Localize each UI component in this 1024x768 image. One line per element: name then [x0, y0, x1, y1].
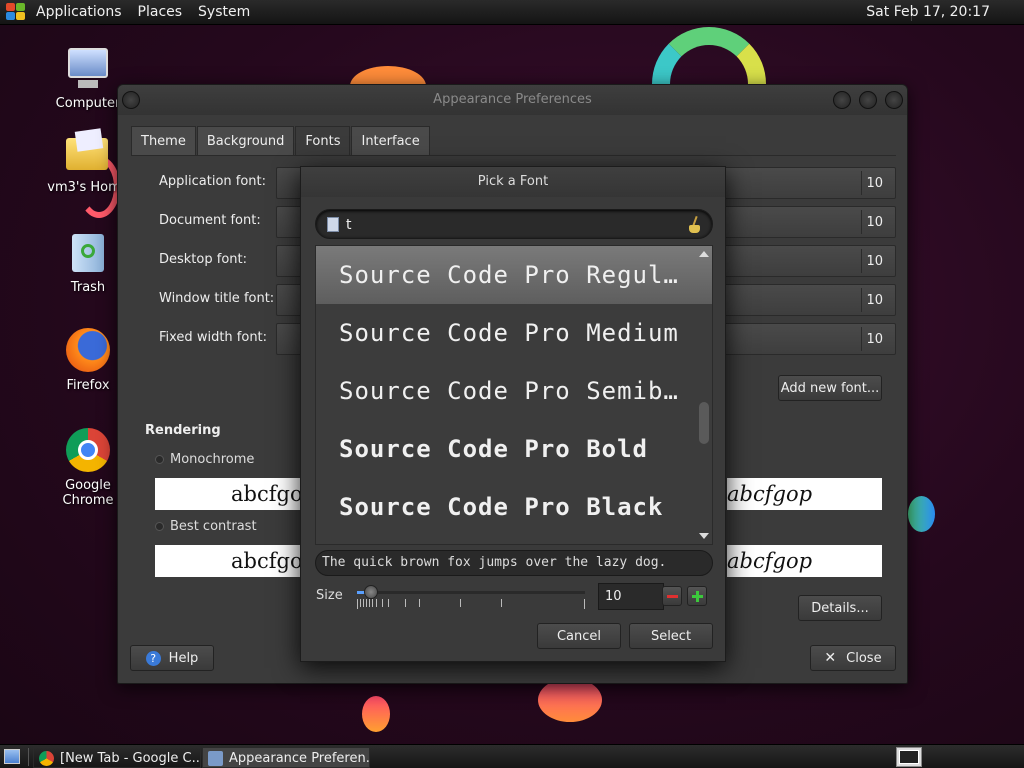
font-list-item[interactable]: Source Code Pro Regul…: [316, 246, 712, 304]
scroll-up-arrow-icon[interactable]: [699, 251, 709, 257]
wallpaper-blob-pink: [538, 678, 602, 722]
font-row-label: Document font:: [159, 213, 261, 228]
appearance-icon: [208, 751, 223, 766]
radio-icon: [155, 455, 164, 464]
show-desktop-icon[interactable]: [4, 749, 20, 764]
font-row-label: Window title font:: [159, 291, 275, 306]
font-size-value: 10: [866, 215, 883, 230]
top-panel: Applications Places System Sat Feb 17, 2…: [0, 0, 1024, 25]
option-label: Best contrast: [170, 519, 257, 534]
chrome-icon: [64, 426, 112, 474]
scroll-down-arrow-icon[interactable]: [699, 533, 709, 539]
menu-applications[interactable]: Applications: [28, 4, 130, 20]
slider-knob[interactable]: [364, 585, 378, 599]
minimize-icon[interactable]: [833, 91, 851, 109]
taskbar-item-label: Appearance Preferen...: [229, 751, 370, 766]
font-search-field[interactable]: [315, 209, 713, 239]
rendering-title: Rendering: [145, 423, 221, 438]
help-icon: ?: [145, 650, 161, 666]
desktop-icon-label: Google Chrome: [62, 478, 114, 508]
size-label: Size: [316, 588, 343, 603]
home-folder-icon: [64, 128, 112, 176]
window-title: Appearance Preferences: [433, 92, 592, 107]
font-row-label: Application font:: [159, 174, 267, 189]
wallpaper-blob-blue: [908, 496, 935, 532]
font-preview-text[interactable]: The quick brown fox jumps over the lazy …: [315, 550, 713, 576]
font-row-label: Fixed width font:: [159, 330, 268, 345]
workspace-switcher[interactable]: [896, 747, 922, 767]
font-list-scrollbar[interactable]: [696, 246, 712, 544]
font-search-input[interactable]: [346, 216, 676, 234]
best-contrast-preview-right: abcfgop: [727, 545, 882, 577]
computer-icon: [64, 44, 112, 92]
add-new-font-button[interactable]: Add new font...: [778, 375, 882, 401]
help-button[interactable]: ? Help: [130, 645, 214, 671]
font-size-value: 10: [866, 254, 883, 269]
clock[interactable]: Sat Feb 17, 20:17: [866, 4, 990, 20]
details-button[interactable]: Details...: [798, 595, 882, 621]
close-label: Close: [846, 650, 882, 666]
option-label: Monochrome: [170, 452, 255, 467]
cancel-button[interactable]: Cancel: [537, 623, 621, 649]
maximize-icon[interactable]: [859, 91, 877, 109]
font-size-value: 10: [866, 176, 883, 191]
font-list-item[interactable]: Source Code Pro Bold: [316, 420, 712, 478]
font-row-label: Desktop font:: [159, 252, 247, 267]
font-size-input[interactable]: [598, 583, 664, 610]
help-label: Help: [168, 650, 199, 666]
wallpaper-blob-small: [362, 696, 390, 732]
tab-theme[interactable]: Theme: [131, 126, 196, 155]
chrome-icon: [39, 751, 54, 766]
desktop-icon-label: Trash: [70, 280, 106, 295]
document-icon: [327, 217, 339, 232]
menu-places[interactable]: Places: [130, 4, 191, 20]
increase-size-icon[interactable]: [687, 586, 707, 606]
dialog-title: Pick a Font: [301, 167, 725, 197]
rendering-best-contrast-option[interactable]: Best contrast: [155, 519, 257, 534]
panel-separator: [28, 748, 29, 766]
close-button[interactable]: ✕ Close: [810, 645, 896, 671]
window-titlebar[interactable]: Appearance Preferences: [118, 85, 907, 115]
rendering-monochrome-option[interactable]: Monochrome: [155, 452, 254, 467]
trash-icon: [64, 228, 112, 276]
slider-track: [357, 591, 585, 594]
best-contrast-preview-left: abcfgop: [155, 545, 305, 577]
bottom-panel: [New Tab - Google C... Appearance Prefer…: [0, 744, 1024, 768]
decrease-size-icon[interactable]: [662, 586, 682, 606]
font-list-item[interactable]: Source Code Pro Semib…: [316, 362, 712, 420]
scrollbar-thumb[interactable]: [699, 402, 709, 444]
close-window-icon[interactable]: [885, 91, 903, 109]
select-button[interactable]: Select: [629, 623, 713, 649]
font-list-item[interactable]: Source Code Pro Medium: [316, 304, 712, 362]
clear-broom-icon[interactable]: [688, 215, 702, 234]
window-menu-icon[interactable]: [122, 91, 140, 109]
font-list-item[interactable]: Source Code Pro Black: [316, 478, 712, 536]
tab-bar: Theme Background Fonts Interface: [131, 126, 431, 155]
desktop-icon-label: Firefox: [66, 378, 110, 393]
font-list[interactable]: Source Code Pro Regul… Source Code Pro M…: [315, 245, 713, 545]
close-icon: ✕: [824, 650, 837, 666]
monochrome-preview-right: abcfgop: [727, 478, 882, 510]
font-size-value: 10: [866, 293, 883, 308]
taskbar-item-chrome[interactable]: [New Tab - Google C...: [33, 747, 201, 768]
radio-icon: [155, 522, 164, 531]
pick-a-font-dialog: Pick a Font Source Code Pro Regul… Sourc…: [300, 166, 726, 662]
font-size-spinner: [598, 583, 714, 610]
font-size-value: 10: [866, 332, 883, 347]
firefox-icon: [64, 326, 112, 374]
tab-background[interactable]: Background: [196, 126, 295, 155]
gnome-logo-icon[interactable]: [6, 3, 28, 21]
monochrome-preview-left: abcfgop: [155, 478, 305, 510]
taskbar-item-appearance[interactable]: Appearance Preferen...: [202, 747, 370, 768]
desktop-icon-label: Computer: [55, 96, 121, 111]
font-size-slider[interactable]: [355, 583, 587, 613]
menu-system[interactable]: System: [190, 4, 258, 20]
tab-interface[interactable]: Interface: [351, 126, 430, 155]
tab-fonts[interactable]: Fonts: [295, 126, 351, 155]
taskbar-item-label: [New Tab - Google C...: [60, 751, 201, 766]
